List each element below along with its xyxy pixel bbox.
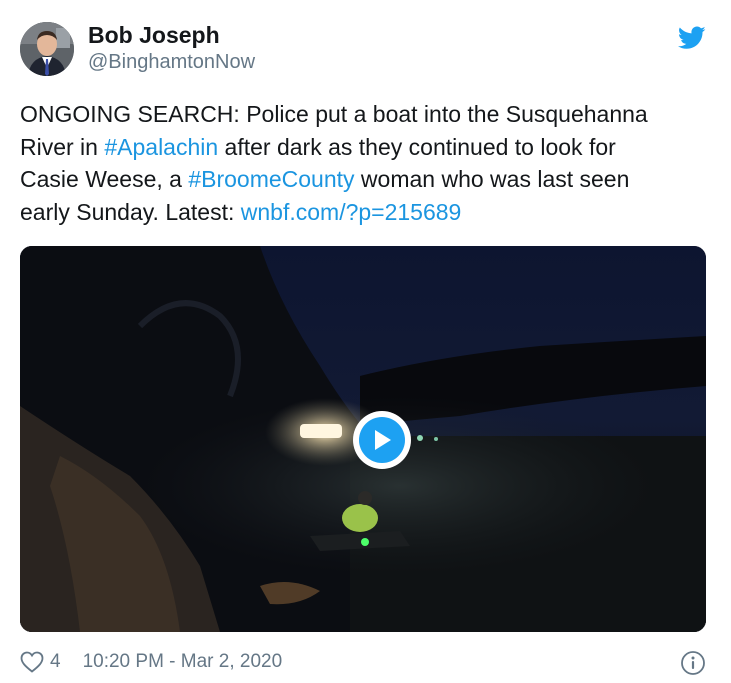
tweet-text-segment: River in xyxy=(20,133,105,160)
tweet-text-line: ONGOING SEARCH: Police put a boat into t… xyxy=(20,98,710,131)
video-thumbnail[interactable] xyxy=(20,246,706,632)
tweet-text-segment: Casie Weese, a xyxy=(20,166,189,192)
tweet-card: Bob Joseph @BinghamtonNow ONGOING SEARCH… xyxy=(0,0,731,683)
tweet-text-line: early Sunday. Latest: wnbf.com/?p=215689 xyxy=(20,196,710,229)
info-icon[interactable] xyxy=(680,650,706,676)
tweet-text-segment: early Sunday. Latest: xyxy=(20,198,241,225)
avatar[interactable] xyxy=(20,22,74,76)
tweet-text-line: River in #Apalachin after dark as they c… xyxy=(20,131,710,164)
tweet-text: ONGOING SEARCH: Police put a boat into t… xyxy=(20,98,710,228)
author-handle[interactable]: @BinghamtonNow xyxy=(88,51,255,74)
play-icon xyxy=(359,417,405,463)
tweet-text-line: Casie Weese, a #BroomeCounty woman who w… xyxy=(20,163,710,196)
heart-icon[interactable] xyxy=(20,651,44,673)
author-name[interactable]: Bob Joseph xyxy=(88,22,220,49)
article-url-link[interactable]: wnbf.com/?p=215689 xyxy=(241,199,462,225)
tweet-text-segment: after dark as they continued to look for xyxy=(218,133,616,160)
timestamp[interactable]: 10:20 PM - Mar 2, 2020 xyxy=(83,651,283,673)
tweet-text-segment: ONGOING SEARCH: Police put a boat into t… xyxy=(20,101,648,127)
hashtag-broomecounty-link[interactable]: #BroomeCounty xyxy=(188,166,354,192)
hashtag-apalachin-link[interactable]: #Apalachin xyxy=(104,134,218,160)
tweet-footer: 4 10:20 PM - Mar 2, 2020 xyxy=(20,648,282,676)
twitter-bird-icon[interactable] xyxy=(678,26,706,50)
like-count: 4 xyxy=(50,651,61,672)
tweet-text-segment: woman who was last seen xyxy=(354,166,630,192)
play-button[interactable] xyxy=(353,411,411,469)
